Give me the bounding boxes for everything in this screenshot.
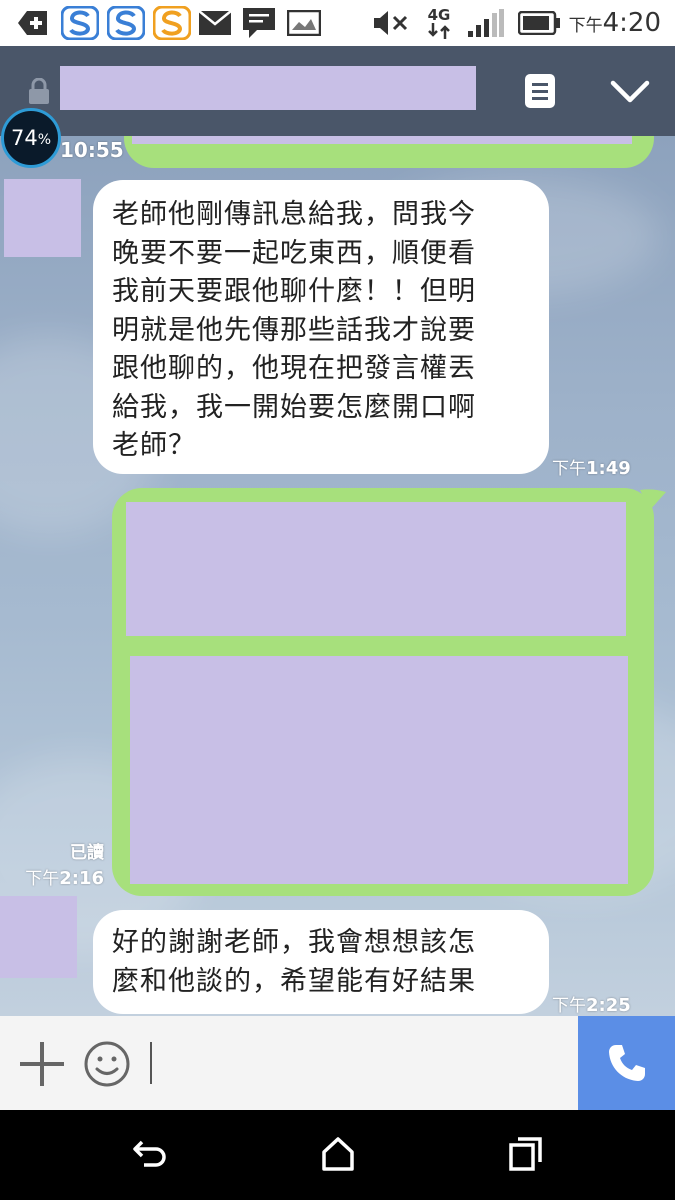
message-line: 老師他剛傳訊息給我，問我今	[112, 199, 476, 230]
message-line: 晚要不要一起吃東西，順便看	[112, 237, 476, 269]
message-line: 我前天要跟他聊什麼！！但明	[112, 276, 476, 307]
text-cursor	[150, 1042, 152, 1084]
received-message[interactable]: 好的謝謝老師，我會想想該怎 麼和他談的，希望能有好結果	[93, 910, 549, 1014]
received-message[interactable]: 老師他剛傳訊息給我，問我今 晚要不要一起吃東西，順便看 我前天要跟他聊什麼！！但…	[93, 180, 549, 474]
status-time-value: 4:20	[602, 8, 661, 38]
time-prefix: 下午	[552, 459, 586, 479]
avatar[interactable]	[4, 179, 81, 257]
recents-icon[interactable]	[508, 1136, 544, 1176]
network-type: 4G	[427, 6, 451, 24]
phone-icon	[608, 1045, 645, 1081]
home-icon[interactable]	[320, 1136, 356, 1176]
sync-app-icon-orange	[152, 6, 192, 40]
navigation-bar	[0, 1110, 675, 1200]
percent-sign: %	[37, 132, 52, 148]
avatar[interactable]	[0, 896, 77, 978]
message-line: 麼和他談的，希望能有好結果	[112, 965, 476, 997]
message-line: 好的謝謝老師，我會想想該怎	[112, 927, 476, 958]
network-4g-icon: 4G	[422, 6, 456, 40]
notes-icon[interactable]	[525, 74, 555, 112]
sent-message[interactable]	[112, 488, 654, 896]
chat-header	[0, 46, 675, 136]
plus-icon[interactable]	[20, 1042, 64, 1090]
read-receipt: 已讀	[70, 843, 104, 863]
call-button[interactable]	[578, 1016, 675, 1110]
status-bar: 4G 下午4:20	[0, 0, 675, 46]
back-icon[interactable]	[132, 1138, 168, 1174]
chat-area[interactable]: 10:55 老師他剛傳訊息給我，問我今 晚要不要一起吃東西，順便看 我前天要跟他…	[0, 136, 675, 1016]
battery-percent: 74	[10, 126, 38, 150]
battery-icon	[516, 6, 562, 40]
time-value: 2:25	[586, 995, 631, 1016]
message-icon	[242, 6, 276, 40]
status-time-prefix: 下午	[568, 16, 603, 36]
bubble-tail	[640, 489, 666, 510]
redacted-content	[126, 502, 626, 636]
message-line: 跟他聊的，他現在把發言權丟	[112, 353, 476, 384]
mail-icon	[198, 6, 232, 40]
time-prefix: 下午	[552, 996, 586, 1016]
lock-icon	[28, 77, 50, 108]
message-time: 下午1:49	[552, 454, 631, 479]
screenshot-icon	[286, 6, 322, 40]
sync-app-icon-2	[106, 6, 146, 40]
chevron-down-icon[interactable]	[610, 80, 650, 108]
message-line: 明就是他先傳那些話我才說要	[112, 314, 476, 346]
input-bar	[0, 1016, 675, 1110]
emoji-icon[interactable]	[83, 1040, 131, 1092]
signal-icon	[466, 6, 506, 40]
message-time: 下午2:25	[552, 991, 631, 1016]
time-prefix: 下午	[25, 869, 60, 889]
battery-overlay-widget[interactable]: 74%	[1, 108, 61, 168]
message-time: 10:55	[60, 138, 124, 162]
message-status: 已讀 下午2:16	[20, 840, 104, 892]
mute-icon	[372, 6, 408, 40]
redacted-content	[132, 136, 632, 144]
message-line: 給我，我一開始要怎麼開口啊	[112, 391, 476, 423]
time-value: 1:49	[586, 458, 631, 479]
message-line: 老師？	[112, 430, 196, 461]
chat-title-redacted	[60, 66, 476, 110]
sync-app-icon	[60, 6, 100, 40]
redacted-content	[130, 656, 628, 884]
status-time: 下午4:20	[569, 8, 661, 38]
add-notification-icon	[16, 6, 50, 40]
sent-message-partial[interactable]	[124, 136, 654, 168]
message-input[interactable]	[148, 1038, 568, 1088]
time-value: 2:16	[59, 868, 104, 889]
